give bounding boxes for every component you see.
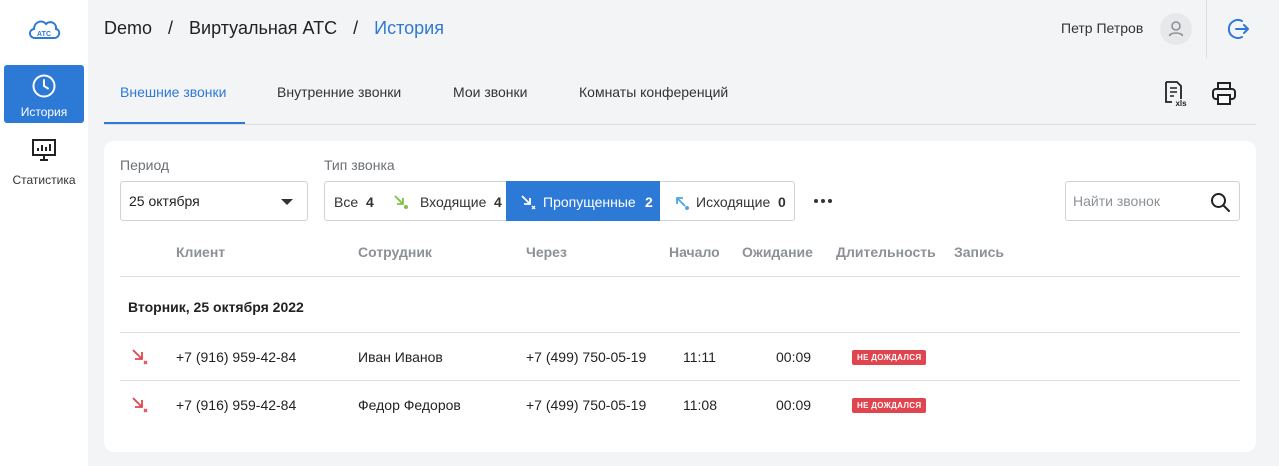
filter-label: Все bbox=[334, 194, 359, 210]
tabs-bar: Внешние звонки Внутренние звонки Мои зво… bbox=[104, 58, 1256, 125]
column-header-start: Начало bbox=[669, 244, 720, 260]
employee-name: Иван Иванов bbox=[358, 349, 443, 365]
table-row[interactable]: +7 (916) 959-42-84 Федор Федоров +7 (499… bbox=[120, 381, 1240, 428]
start-time: 11:08 bbox=[683, 397, 717, 413]
via-number: +7 (499) 750-05-19 bbox=[526, 349, 647, 365]
column-header-wait: Ожидание bbox=[742, 244, 813, 260]
tab-external-calls[interactable]: Внешние звонки bbox=[120, 84, 226, 100]
client-phone[interactable]: +7 (916) 959-42-84 bbox=[176, 349, 296, 365]
period-select[interactable]: 25 октября bbox=[120, 181, 308, 221]
column-header-employee: Сотрудник bbox=[358, 244, 432, 260]
wait-time: 00:09 bbox=[776, 349, 812, 365]
filter-count: 4 bbox=[494, 194, 502, 210]
employee-name: Федор Федоров bbox=[358, 397, 461, 413]
status-badge: НЕ ДОЖДАЛСЯ bbox=[852, 350, 927, 365]
filter-outgoing[interactable]: Исходящие 0 bbox=[660, 181, 795, 221]
chart-board-icon bbox=[32, 139, 56, 161]
column-header-via: Через bbox=[526, 244, 567, 260]
user-name[interactable]: Петр Петров bbox=[1061, 20, 1143, 36]
missed-call-icon bbox=[132, 349, 148, 365]
start-time: 11:11 bbox=[683, 349, 716, 365]
chevron-down-icon bbox=[281, 199, 293, 205]
cloud-ats-logo[interactable]: АТС bbox=[26, 13, 62, 45]
sidebar-item-label: История bbox=[20, 105, 68, 119]
clock-icon bbox=[32, 74, 56, 98]
filter-label: Исходящие bbox=[696, 194, 771, 210]
sidebar-item-history[interactable]: История bbox=[4, 65, 84, 123]
user-icon bbox=[1168, 21, 1184, 37]
search-input[interactable] bbox=[1073, 191, 1197, 211]
sidebar: АТС История Статистика bbox=[0, 0, 88, 466]
logout-icon[interactable] bbox=[1227, 17, 1251, 41]
filter-missed[interactable]: Пропущенные 2 bbox=[506, 181, 661, 221]
printer-icon[interactable] bbox=[1210, 80, 1238, 108]
missed-call-icon bbox=[521, 195, 536, 210]
more-icon[interactable] bbox=[812, 191, 834, 211]
search-box bbox=[1065, 181, 1240, 221]
breadcrumb: Demo / Виртуальная АТС / История bbox=[104, 18, 444, 39]
missed-call-icon bbox=[132, 397, 148, 413]
call-type-label: Тип звонка bbox=[324, 157, 395, 173]
filter-count: 4 bbox=[366, 194, 374, 210]
breadcrumb-item[interactable]: Demo bbox=[104, 18, 152, 39]
header: Demo / Виртуальная АТС / История Петр Петров bbox=[88, 0, 1279, 58]
filter-label: Пропущенные bbox=[543, 194, 636, 210]
filter-label: Входящие bbox=[420, 194, 487, 210]
filter-all[interactable]: Все 4 bbox=[324, 181, 381, 221]
breadcrumb-separator: / bbox=[353, 18, 359, 38]
filter-count: 2 bbox=[645, 194, 653, 210]
wait-time: 00:09 bbox=[776, 397, 812, 413]
tab-internal-calls[interactable]: Внутренние звонки bbox=[277, 84, 401, 100]
xls-export-icon[interactable]: xls bbox=[1161, 80, 1189, 108]
client-phone[interactable]: +7 (916) 959-42-84 bbox=[176, 397, 296, 413]
via-number: +7 (499) 750-05-19 bbox=[526, 397, 647, 413]
breadcrumb-separator: / bbox=[168, 18, 174, 38]
tab-conference-rooms[interactable]: Комнаты конференций bbox=[579, 84, 728, 100]
search-icon[interactable] bbox=[1209, 191, 1231, 213]
column-header-client: Клиент bbox=[176, 244, 226, 260]
divider bbox=[120, 276, 1240, 277]
status-badge: НЕ ДОЖДАЛСЯ bbox=[852, 398, 927, 413]
outgoing-call-icon bbox=[676, 197, 689, 210]
column-header-record: Запись bbox=[954, 244, 1005, 260]
filter-incoming[interactable]: Входящие 4 bbox=[380, 181, 507, 221]
breadcrumb-item[interactable]: Виртуальная АТС bbox=[189, 18, 337, 39]
tab-my-calls[interactable]: Мои звонки bbox=[453, 84, 527, 100]
column-header-duration: Длительность bbox=[836, 244, 936, 260]
breadcrumb-current: История bbox=[374, 18, 444, 38]
svg-text:АТС: АТС bbox=[37, 31, 51, 38]
header-divider bbox=[1206, 0, 1207, 58]
calls-card: Период 25 октября Тип звонка Все 4 Входя… bbox=[104, 141, 1256, 452]
filter-count: 0 bbox=[778, 194, 786, 210]
group-date-title: Вторник, 25 октября 2022 bbox=[128, 299, 304, 315]
tab-active-indicator bbox=[104, 122, 245, 124]
period-label: Период bbox=[120, 157, 170, 173]
svg-text:xls: xls bbox=[1175, 99, 1187, 108]
table-row[interactable]: +7 (916) 959-42-84 Иван Иванов +7 (499) … bbox=[120, 333, 1240, 380]
sidebar-item-statistics[interactable]: Статистика bbox=[4, 131, 84, 189]
avatar[interactable] bbox=[1160, 13, 1192, 45]
period-value: 25 октября bbox=[129, 193, 200, 209]
incoming-call-icon bbox=[394, 195, 408, 209]
sidebar-item-label: Статистика bbox=[12, 173, 76, 187]
